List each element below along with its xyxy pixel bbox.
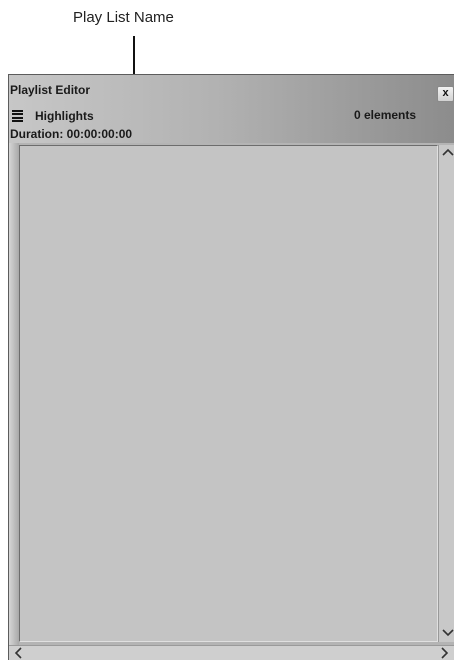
chevron-right-icon[interactable] [437, 646, 453, 660]
playlist-editor-window: Playlist Editor x Highlights 0 elements … [8, 74, 454, 660]
window-title: Playlist Editor [10, 83, 91, 97]
playlist-name-row: Highlights [10, 108, 94, 124]
callout-label: Play List Name [73, 9, 174, 26]
screenshot-canvas: Play List Name Playlist Editor x Highlig… [0, 0, 454, 660]
element-count: 0 elements [354, 108, 417, 122]
window-header: Playlist Editor x Highlights 0 elements … [9, 75, 454, 143]
chevron-left-icon[interactable] [10, 646, 26, 660]
playlist-items-list[interactable] [19, 145, 438, 642]
vertical-scrollbar[interactable] [438, 145, 454, 642]
chevron-up-icon[interactable] [439, 145, 454, 161]
horizontal-scrollbar[interactable] [9, 645, 454, 660]
list-icon [12, 110, 23, 122]
chevron-down-icon[interactable] [439, 626, 454, 642]
left-gutter [9, 143, 19, 648]
close-button[interactable]: x [437, 86, 454, 102]
duration-label: Duration: 00:00:00:00 [10, 127, 133, 141]
playlist-name[interactable]: Highlights [35, 109, 94, 123]
